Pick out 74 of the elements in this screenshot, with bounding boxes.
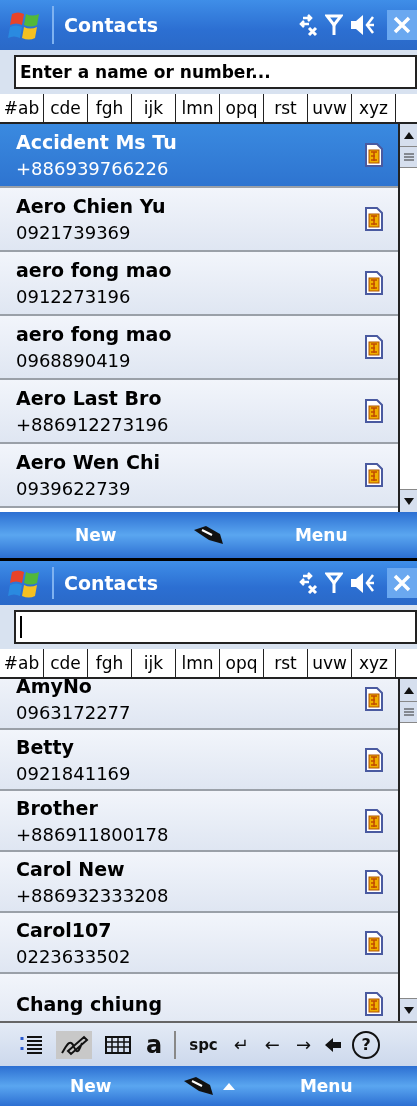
caret-icon[interactable]	[221, 1081, 236, 1091]
contact-row[interactable]: AmyNo 0963172277	[0, 679, 398, 730]
contact-row[interactable]: Betty 0921841169	[0, 730, 398, 791]
sim-card-icon	[364, 685, 384, 712]
sim-card-icon	[364, 206, 384, 232]
phone-number: 0223633502	[16, 945, 132, 967]
key-button[interactable]: ←	[261, 1034, 283, 1055]
phone-number: 0939622739	[16, 478, 132, 499]
contact-row[interactable]: Aero Chien Yu 0921739369	[0, 188, 398, 252]
sim-card-icon	[364, 462, 384, 488]
phone-number: 0963172277	[16, 701, 132, 723]
scroll-down-button[interactable]	[400, 998, 417, 1021]
contact-row[interactable]: Chang chiung	[0, 974, 398, 1021]
contact-name: Chang chiung	[16, 992, 163, 1015]
sim-card-icon	[364, 990, 384, 1017]
speaker-icon[interactable]	[349, 571, 377, 595]
phone-number: +886911800178	[16, 823, 170, 845]
contact-row[interactable]: Accident Ms Tu +886939766226	[0, 124, 398, 188]
sim-card-icon	[364, 868, 384, 895]
contact-row[interactable]: Carol107 0223633502	[0, 913, 398, 974]
key-button[interactable]: ↵	[230, 1034, 252, 1055]
phone-number: +886912273196	[16, 414, 170, 435]
search-field[interactable]: Enter a name or number...	[14, 55, 417, 89]
help-button[interactable]: ?	[352, 1030, 381, 1059]
contact-row[interactable]: Brother +886911800178	[0, 791, 398, 852]
phone-number: 0912273196	[16, 286, 132, 307]
sim-card-icon	[364, 334, 384, 360]
sim-card-icon	[364, 746, 384, 773]
speaker-icon[interactable]	[349, 13, 377, 37]
scroll-up-button[interactable]	[400, 124, 417, 147]
contact-row[interactable]: aero fong mao 0968890419	[0, 316, 398, 380]
handwriting-icon[interactable]	[56, 1030, 92, 1059]
signal-icon[interactable]	[325, 13, 343, 37]
contact-row[interactable]: Aero Last Bro +886912273196	[0, 380, 398, 444]
contact-name: Aero Chien Yu	[16, 195, 167, 217]
contact-name: Aero Last Bro	[16, 387, 163, 409]
phone-number: 0921739369	[16, 222, 132, 243]
contact-name: Brother	[16, 796, 99, 819]
down-arrow-icon[interactable]	[403, 1006, 414, 1014]
contact-name: aero fong mao	[16, 323, 173, 345]
letter-recognizer-button[interactable]: a	[144, 1030, 165, 1059]
backspace-icon[interactable]	[324, 1036, 343, 1053]
contact-name: Carol107	[16, 918, 113, 941]
scrollbar-thumb[interactable]	[400, 147, 417, 168]
sim-card-icon	[364, 398, 384, 424]
key-button[interactable]: spc	[186, 1035, 221, 1054]
sim-card-icon	[364, 807, 384, 834]
sim-card-icon	[364, 929, 384, 956]
contact-name: Carol New	[16, 857, 126, 880]
contact-row[interactable]: aero fong mao 0912273196	[0, 252, 398, 316]
sim-card-icon	[364, 270, 384, 296]
contact-name: Betty	[16, 735, 75, 758]
contact-name: Aero Wen Chi	[16, 451, 161, 473]
window-title: Contacts	[64, 572, 160, 594]
contact-name: AmyNo	[16, 679, 93, 697]
scrollbar-thumb[interactable]	[400, 702, 417, 723]
up-arrow-icon[interactable]	[403, 686, 414, 694]
down-arrow-icon[interactable]	[403, 497, 414, 505]
contact-row[interactable]: Aero Wen Chi 0939622739	[0, 444, 398, 508]
search-field[interactable]	[14, 610, 417, 644]
phone-number: +886932333208	[16, 884, 170, 906]
up-arrow-icon[interactable]	[403, 131, 414, 139]
window-title: Contacts	[64, 14, 160, 36]
phone-number: 0968890419	[16, 350, 132, 371]
scroll-up-button[interactable]	[400, 679, 417, 702]
scroll-down-button[interactable]	[400, 489, 417, 512]
sim-card-icon	[364, 142, 384, 168]
phone-number: 0921841169	[16, 762, 132, 784]
contact-name: aero fong mao	[16, 259, 173, 281]
signal-icon[interactable]	[325, 571, 343, 595]
key-button[interactable]: →	[292, 1034, 315, 1055]
phone-number: +886939766226	[16, 158, 170, 179]
contact-name: Accident Ms Tu	[16, 131, 178, 153]
contact-row[interactable]: Carol New +886932333208	[0, 852, 398, 913]
